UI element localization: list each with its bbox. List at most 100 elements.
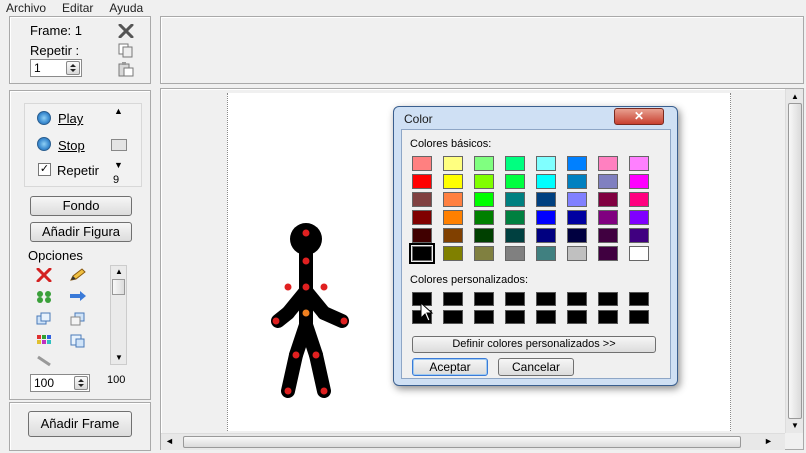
basic-color-swatch[interactable] [567,156,587,171]
basic-color-swatch[interactable] [474,228,494,243]
menu-editar[interactable]: Editar [62,0,93,16]
custom-color-swatch[interactable] [629,310,649,324]
joint-left-foot[interactable] [284,387,292,395]
basic-color-swatch[interactable] [598,246,618,261]
pencil-icon[interactable] [68,267,88,283]
basic-color-swatch[interactable] [412,192,432,207]
play-label[interactable]: Play [58,111,83,126]
custom-color-swatch[interactable] [567,292,587,306]
basic-color-swatch[interactable] [567,246,587,261]
basic-color-swatch[interactable] [629,174,649,189]
basic-color-swatch[interactable] [598,192,618,207]
basic-color-swatch[interactable] [536,156,556,171]
basic-color-swatch[interactable] [474,210,494,225]
scroll-left-arrow-icon[interactable]: ◄ [165,436,174,446]
custom-color-swatch[interactable] [474,310,494,324]
layer-front-icon[interactable] [68,333,88,349]
stepper-arrows-icon[interactable] [66,61,80,75]
joint-right-hand[interactable] [340,317,348,325]
basic-color-swatch[interactable] [536,174,556,189]
menu-ayuda[interactable]: Ayuda [109,0,143,16]
copy-frame-icon[interactable] [116,42,136,58]
basic-color-swatch[interactable] [536,210,556,225]
custom-color-swatch[interactable] [505,310,525,324]
scroll-down-arrow-icon[interactable]: ▼ [115,353,123,362]
basic-color-swatch[interactable] [598,210,618,225]
duplicate-icon[interactable] [34,311,54,327]
custom-color-swatch[interactable] [443,310,463,324]
stop-label[interactable]: Stop [58,138,85,153]
custom-color-swatch[interactable] [598,292,618,306]
joint-right-knee[interactable] [312,351,320,359]
color-palette-icon[interactable] [34,333,54,349]
basic-color-swatch[interactable] [505,174,525,189]
joint-left-elbow[interactable] [284,283,292,291]
speed-down-arrow-icon[interactable]: ▼ [114,160,123,170]
canvas-horizontal-scrollbar[interactable]: ◄ ► [161,433,785,450]
basic-color-swatch[interactable] [567,228,587,243]
stepper-arrows-icon[interactable] [74,376,88,390]
basic-color-swatch[interactable] [412,156,432,171]
basic-color-swatch[interactable] [598,228,618,243]
repeat-stepper[interactable]: 1 [30,59,82,77]
basic-color-swatch[interactable] [505,228,525,243]
basic-color-swatch[interactable] [629,192,649,207]
basic-color-swatch[interactable] [629,246,649,261]
basic-color-swatch[interactable] [598,174,618,189]
custom-color-swatch[interactable] [598,310,618,324]
basic-color-swatch[interactable] [629,210,649,225]
joint-head[interactable] [302,229,310,237]
scroll-up-arrow-icon[interactable]: ▲ [791,92,799,101]
layer-back-icon[interactable] [68,311,88,327]
basic-color-swatch[interactable] [474,156,494,171]
scroll-down-arrow-icon[interactable]: ▼ [791,421,799,430]
menu-archivo[interactable]: Archivo [6,0,46,16]
scroll-up-arrow-icon[interactable]: ▲ [115,267,123,276]
basic-color-swatch[interactable] [567,210,587,225]
accept-button[interactable]: Aceptar [412,358,488,376]
basic-color-swatch[interactable] [474,246,494,261]
custom-color-swatch[interactable] [443,292,463,306]
options-scroll-thumb[interactable] [112,279,125,295]
basic-color-swatch[interactable] [474,192,494,207]
basic-color-swatch[interactable] [443,174,463,189]
joint-left-hand[interactable] [272,317,280,325]
basic-color-swatch[interactable] [443,246,463,261]
custom-color-swatch[interactable] [474,292,494,306]
delete-frame-icon[interactable] [116,23,136,39]
joint-right-elbow[interactable] [320,283,328,291]
paste-frame-icon[interactable] [116,61,136,77]
scroll-right-arrow-icon[interactable]: ► [764,436,773,446]
basic-color-swatch[interactable] [505,210,525,225]
move-arrows-icon[interactable] [68,289,88,305]
basic-color-swatch[interactable] [409,243,435,264]
define-custom-colors-button[interactable]: Definir colores personalizados >> [412,336,656,353]
speed-up-arrow-icon[interactable]: ▲ [114,106,123,116]
basic-color-swatch[interactable] [536,246,556,261]
timeline-panel[interactable] [160,16,804,84]
speed-slider-thumb[interactable] [111,139,127,151]
line-tool-icon[interactable] [34,353,54,369]
basic-color-swatch[interactable] [567,174,587,189]
vertical-scroll-thumb[interactable] [788,103,802,419]
add-figure-button[interactable]: Añadir Figura [30,222,132,242]
basic-color-swatch[interactable] [443,192,463,207]
joint-neck[interactable] [302,257,310,265]
custom-color-swatch[interactable] [536,310,556,324]
basic-color-swatch[interactable] [567,192,587,207]
custom-color-swatch[interactable] [536,292,556,306]
joint-left-knee[interactable] [292,351,300,359]
custom-color-swatch[interactable] [505,292,525,306]
horizontal-scroll-thumb[interactable] [183,436,741,448]
delete-figure-icon[interactable] [34,267,54,283]
basic-color-swatch[interactable] [443,156,463,171]
cancel-button[interactable]: Cancelar [498,358,574,376]
basic-color-swatch[interactable] [505,156,525,171]
joint-right-foot[interactable] [320,387,328,395]
basic-color-swatch[interactable] [443,228,463,243]
custom-color-swatch[interactable] [629,292,649,306]
options-scrollbar[interactable]: ▲ ▼ [110,265,127,365]
play-radio-icon[interactable] [37,111,51,125]
basic-color-swatch[interactable] [536,228,556,243]
stick-figure[interactable] [264,213,384,403]
